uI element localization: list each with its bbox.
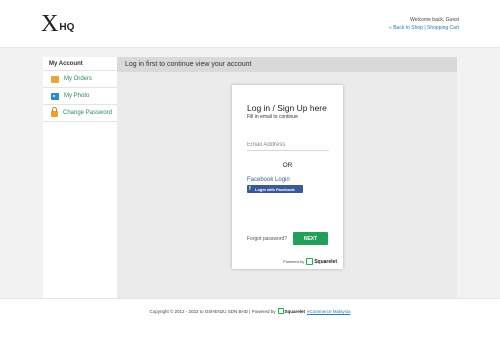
login-subtitle: Fill in email to continue [247,114,298,120]
footer-copyright: Copyright © 2012 - 2022 to OSHEN2U SDN B… [0,308,500,314]
header-links: « Back to Shop | Shopping Cart [389,25,459,31]
login-card: Log in / Sign Up here Fill in email to c… [232,85,343,269]
facebook-login-button[interactable]: f Login with Facebook [247,185,303,193]
lock-icon [51,107,58,117]
orders-icon [51,75,59,83]
squarelet-logo-icon [277,308,284,314]
squarelet-brand: Squarelet [314,258,337,265]
or-divider: OR [282,162,293,169]
sidebar-item-my-photo[interactable]: My Photo [43,88,117,105]
sidebar-item-label: Change Password [63,110,113,116]
account-sidebar: My Account My Orders My Photo Change Pas… [43,57,117,298]
sidebar-item-label: My Photo [64,93,90,99]
welcome-text: Welcome back, Guest [410,17,459,23]
footer-brand: Squarelet [284,308,306,314]
sidebar-item-change-password[interactable]: Change Password [43,105,117,122]
login-notice: Log in first to continue view your accou… [117,57,457,72]
email-input[interactable] [247,139,329,151]
site-footer: Copyright © 2012 - 2022 to OSHEN2U SDN B… [0,298,500,348]
login-title: Log in / Sign Up here [247,103,327,113]
facebook-login-label: Facebook Login [247,177,290,183]
logo-x: X [41,11,59,37]
sidebar-item-label: My Orders [64,76,93,82]
site-header: X HQ Welcome back, Guest « Back to Shop … [0,0,500,48]
ecommerce-malaysia-link[interactable]: eCommerce Malaysia [307,309,351,314]
facebook-button-label: Login with Facebook [255,186,295,192]
shopping-cart-link[interactable]: Shopping Cart [427,25,459,31]
site-logo[interactable]: X HQ [41,11,75,37]
sidebar-title: My Account [43,57,117,71]
powered-by-text: Powered by [283,259,305,264]
forgot-password-link[interactable]: Forgot password? [247,236,287,242]
next-button[interactable]: NEXT [293,232,328,245]
powered-by[interactable]: Powered by Squarelet [283,258,337,265]
back-to-shop-link[interactable]: « Back to Shop [389,25,423,31]
facebook-icon: f [249,185,251,192]
logo-hq: HQ [59,22,75,33]
sidebar-item-my-orders[interactable]: My Orders [43,71,117,88]
squarelet-logo-icon [306,258,314,265]
photo-icon [51,92,59,100]
copyright-text: Copyright © 2012 - 2022 to OSHEN2U SDN B… [149,308,276,314]
